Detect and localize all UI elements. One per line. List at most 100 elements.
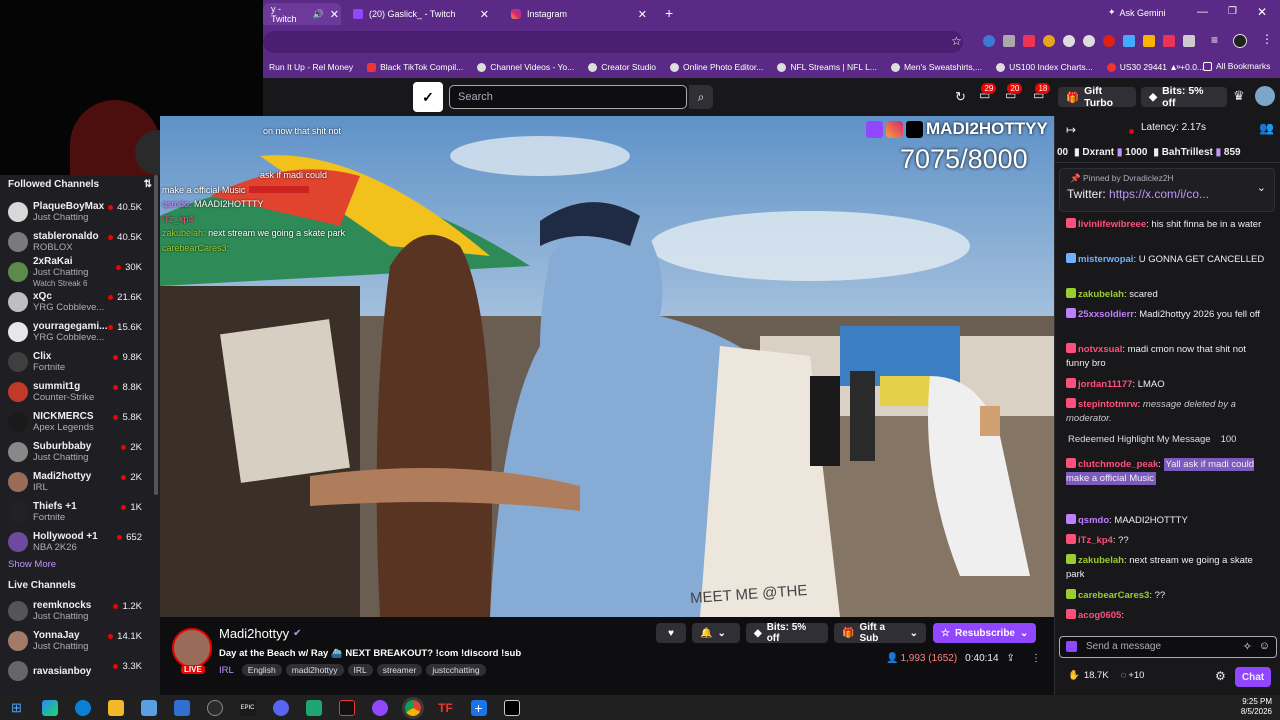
chat-message[interactable]: iTz_kp4: ?? [1066,534,1266,548]
chat-username[interactable]: acog0605 [1078,610,1121,621]
tab-instagram[interactable]: Instagram ✕ [503,3,655,25]
capcut-icon[interactable] [503,699,520,716]
pinned-message[interactable]: 📌 Pinned by Dvradiclez2H Twitter: https:… [1059,168,1275,212]
tradingview-icon[interactable]: TF [438,700,454,716]
share-icon[interactable]: ⇪ [1007,653,1015,664]
tag[interactable]: streamer [376,664,423,676]
tag[interactable]: madi2hottyy [285,664,344,676]
leaderboard-entry[interactable]: ▮ Dxrant ▮ 1000 [1074,147,1147,158]
bookmark-item[interactable]: US100 Index Charts... [996,62,1093,72]
bits-cheer-icon[interactable] [1066,641,1077,652]
crown-icon[interactable]: ♛ [1233,88,1245,104]
gift-sub-button[interactable]: 🎁 Gift a Sub ⌄ [834,622,926,644]
sparkle-icon[interactable]: ✧ [1243,640,1252,653]
search-input[interactable]: Search [449,85,687,109]
chat-username[interactable]: 25xxsoldierr [1078,309,1134,320]
chevron-down-icon[interactable]: ⌄ [1257,181,1266,194]
gift-turbo-button[interactable]: 🎁 Gift Turbo [1058,85,1136,109]
chat-message[interactable]: stepintotmrw: message deleted by a moder… [1066,398,1266,426]
close-window-icon[interactable]: ✕ [1257,5,1267,19]
emote-picker-icon[interactable]: ☺ [1259,640,1270,652]
community-icon[interactable]: 👥 [1259,121,1274,135]
chat-message[interactable]: jordan11177: LMAO [1066,378,1266,392]
sidebar-channel[interactable]: Hollywood +1 NBA 2K26 652 [0,527,160,557]
bookmark-item[interactable]: Black TikTok Compil... [367,62,463,72]
extension-icon[interactable] [1063,35,1075,47]
chat-username[interactable]: zakubelah [1078,555,1124,566]
follow-heart-button[interactable]: ♥ [656,623,686,643]
sidebar-channel[interactable]: stableronaldo ROBLOX 40.5K [0,227,160,257]
search-button[interactable]: ⌕ [689,85,713,109]
sidebar-channel[interactable]: PlaqueBoyMax Just Chatting 40.5K [0,197,160,227]
chat-message[interactable]: clutchmode_peak: Yall ask if madi could … [1066,458,1266,486]
windows-start-icon[interactable]: ⊞ [9,700,25,716]
chrome-icon[interactable] [404,699,421,716]
new-tab-button[interactable]: + [665,5,673,21]
store-icon[interactable] [173,699,190,716]
collapse-chat-icon[interactable]: ↦ [1066,123,1076,137]
inbox-icon[interactable]: ▭ 29 [979,83,997,102]
chat-username[interactable]: jordan11177 [1078,379,1132,390]
steam-icon[interactable] [206,699,223,716]
overflow-chevron-icon[interactable]: » [1176,61,1181,71]
bookmark-item[interactable]: Online Photo Editor... [670,62,763,72]
extension-icon[interactable] [1083,35,1095,47]
extension-icon[interactable] [1043,35,1055,47]
chat-username[interactable]: stepintotmrw [1078,399,1138,410]
twitch-app-icon[interactable] [371,699,388,716]
extension-icon[interactable] [1123,35,1135,47]
extension-icon[interactable] [1163,35,1175,47]
extension-icon[interactable] [1023,35,1035,47]
tag[interactable]: English [241,664,282,676]
calendar-icon[interactable] [140,699,157,716]
profile-avatar[interactable] [1233,34,1247,48]
taskbar-clock[interactable]: 9:25 PM 8/5/2026 [1241,697,1272,717]
bookmark-item[interactable]: Creator Studio [588,62,656,72]
show-more-link[interactable]: Show More [0,557,160,573]
tag[interactable]: justcchatting [426,664,486,676]
sidebar-channel[interactable]: summit1g Counter-Strike 8.8K [0,377,160,407]
tab-gaslick[interactable]: (20) Gaslick_ - Twitch ✕ [345,3,497,25]
chat-username[interactable]: qsmdo [1078,515,1109,526]
collapse-sidebar-icon[interactable]: ⇅ [144,179,152,190]
puzzle-icon[interactable] [1183,35,1195,47]
sidebar-scrollbar[interactable] [154,175,158,495]
sidebar-channel[interactable]: yourragegami... YRG Cobbleve... 15.6K [0,317,160,347]
kebab-menu-icon[interactable]: ⋮ [1261,32,1273,46]
close-tab-icon[interactable]: ✕ [330,8,339,21]
bookmark-item[interactable]: NFL Streams | NFL L... [777,62,877,72]
star-icon[interactable]: ☆ [951,34,962,48]
bookmark-item[interactable]: US30 29441 ▲ +0.0... [1106,62,1204,72]
chat-username[interactable]: livinlifewibreee [1078,219,1146,230]
speaker-icon[interactable]: 🔊 [313,9,324,20]
bookmark-item[interactable]: Men's Sweatshirts,... [890,62,982,72]
chat-username[interactable]: clutchmode_peak [1078,459,1158,470]
chat-username[interactable]: carebearCares3 [1078,590,1149,601]
notifications-icon[interactable]: ▭ 18 [1033,83,1051,102]
chat-username[interactable]: notvxsual [1078,344,1122,355]
sidebar-channel[interactable]: Thiefs +1 Fortnite 1K [0,497,160,527]
pinned-link[interactable]: https://x.com/i/co... [1109,187,1209,201]
category-link[interactable]: IRL [219,665,234,676]
chat-send-button[interactable]: Chat [1235,667,1271,687]
channel-avatar[interactable] [172,628,212,668]
bits-button[interactable]: ◆ Bits: 5% off [1141,85,1227,109]
bookmark-item[interactable]: Channel Videos - Yo... [477,62,574,72]
tag[interactable]: IRL [347,664,373,676]
copilot-icon[interactable] [41,699,58,716]
sidebar-channel[interactable]: reemknocks Just Chatting 1.2K [0,596,160,626]
tiktok-icon[interactable] [338,699,355,716]
more-options-icon[interactable]: ⋮ [1031,653,1041,664]
leaderboard-entry[interactable]: ▮ BahTrillest ▮ 859 [1153,147,1240,158]
sidebar-channel[interactable]: 2xRaKai Just Chatting Watch Streak 6 30K [0,256,160,288]
ask-gemini-button[interactable]: ✦ Ask Gemini [1108,7,1166,18]
twitch-logo-icon[interactable]: ✓ [413,82,443,112]
chat-message[interactable]: carebearCares3: ?? [1066,589,1266,603]
extension-icon[interactable] [1103,35,1115,47]
resubscribe-button[interactable]: ☆ Resubscribe ⌄ [933,623,1036,643]
list-icon[interactable]: ≡ [1211,33,1218,47]
plus-app-icon[interactable]: + [470,699,487,716]
extension-icon[interactable] [1143,35,1155,47]
chat-message[interactable]: zakubelah: scared [1066,288,1266,302]
sidebar-channel[interactable]: Madi2hottyy IRL 2K [0,467,160,497]
